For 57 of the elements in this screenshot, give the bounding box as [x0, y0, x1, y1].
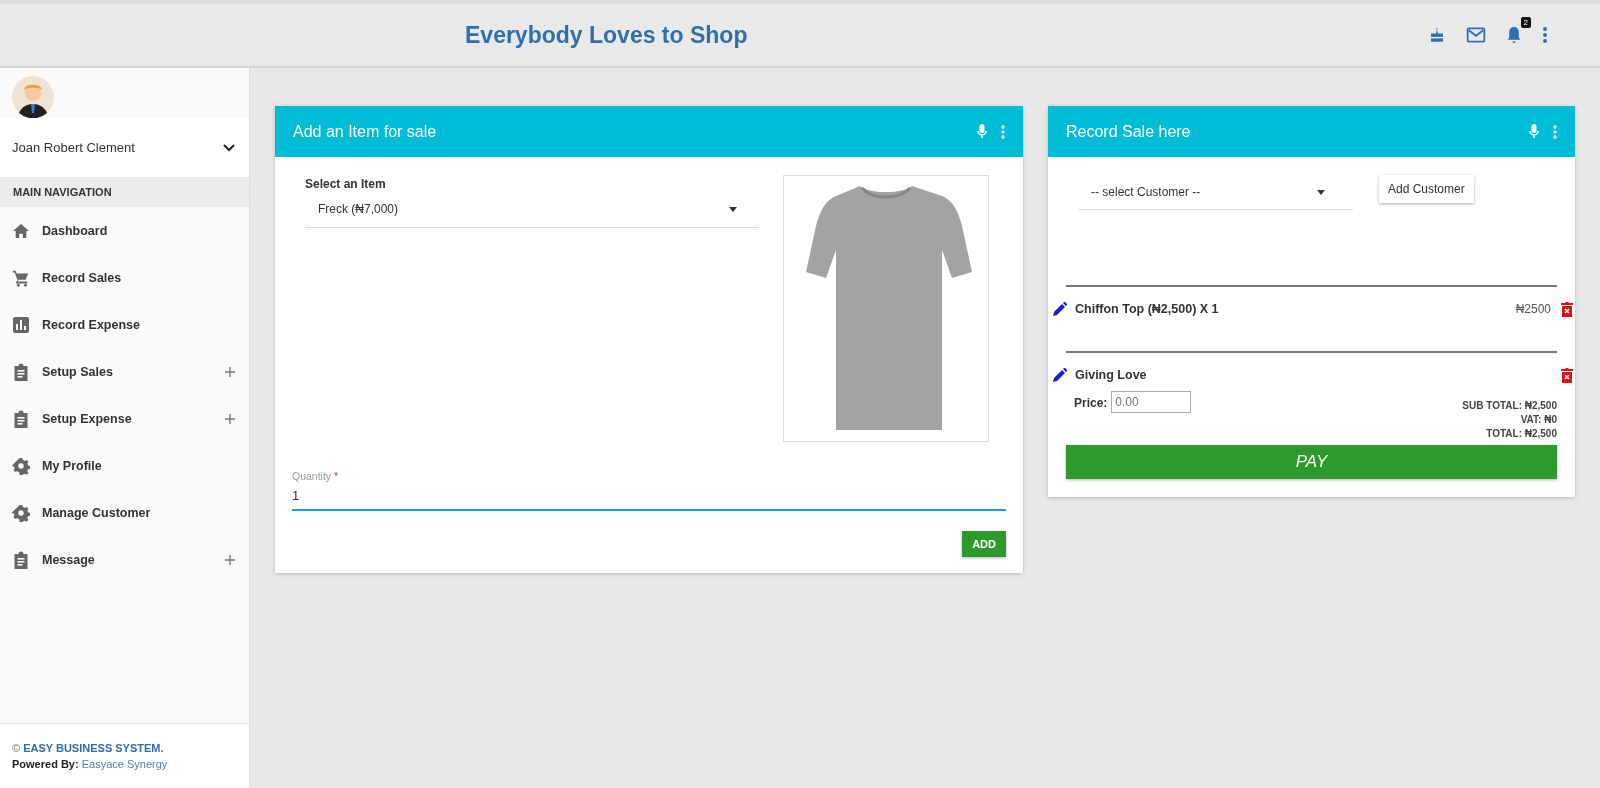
notification-count: 2	[1520, 17, 1531, 28]
pencil-icon[interactable]	[1053, 368, 1067, 382]
company-name: EASY BUSINESS SYSTEM.	[23, 742, 164, 754]
customer-select[interactable]: -- select Customer --	[1078, 175, 1353, 210]
more-icon[interactable]	[1001, 124, 1005, 139]
required-mark: *	[334, 470, 339, 482]
pencil-icon[interactable]	[1053, 302, 1067, 316]
more-icon[interactable]	[1553, 124, 1557, 139]
price-input[interactable]: 0.00	[1111, 391, 1192, 413]
delete-icon[interactable]	[1561, 301, 1573, 317]
more-icon[interactable]	[1542, 26, 1548, 44]
nav-item[interactable]: Record Expense	[0, 301, 249, 348]
home-icon	[12, 222, 30, 239]
quantity-label: Quantity	[292, 470, 332, 482]
nav-item[interactable]: Setup Expense	[0, 395, 249, 442]
dropdown-caret-icon	[729, 206, 737, 212]
item-select[interactable]: Freck (₦7,000)	[305, 191, 759, 228]
user-name: Joan Robert Clement	[12, 140, 135, 155]
clipboard-icon	[12, 409, 30, 428]
total-line: VAT: ₦0	[1519, 413, 1557, 427]
powered-by-link[interactable]: Easyace Synergy	[81, 758, 168, 770]
line-item-name: Chiffon Top (₦2,500) X 1	[1075, 302, 1219, 316]
nav-section-header: MAIN NAVIGATION	[0, 177, 249, 207]
avatar-icon	[12, 76, 54, 118]
nav-item[interactable]: Message	[0, 536, 249, 583]
chevron-down-icon[interactable]	[223, 143, 235, 152]
nav-item[interactable]: Manage Customer	[0, 489, 249, 536]
price-label: Price:	[1074, 396, 1108, 410]
dropdown-caret-icon	[1317, 189, 1325, 195]
add-button[interactable]: ADD	[962, 531, 1006, 557]
mail-icon[interactable]	[1466, 26, 1486, 44]
total-line: TOTAL: ₦2,500	[1485, 427, 1557, 441]
bar-chart-icon	[12, 316, 30, 333]
add-customer-button[interactable]: Add Customer	[1379, 175, 1474, 203]
line-item-amount: ₦2500	[1515, 302, 1551, 316]
cart-icon	[12, 268, 30, 287]
nav-item[interactable]: Dashboard	[0, 207, 249, 254]
nav-item[interactable]: Record Sales	[0, 254, 249, 301]
select-label: Select an Item	[305, 177, 387, 191]
total-line: SUB TOTAL: ₦2,500	[1462, 399, 1557, 413]
line-item-name: Giving Love	[1075, 368, 1147, 382]
gear-icon	[12, 456, 30, 475]
bell-icon[interactable]	[1506, 25, 1522, 45]
clipboard-icon	[12, 362, 30, 381]
card-title: Add an Item for sale	[293, 122, 437, 141]
microphone-icon[interactable]	[977, 124, 987, 139]
powered-by-label: Powered By:	[12, 758, 79, 770]
nav-item[interactable]: My Profile	[0, 442, 249, 489]
pay-button[interactable]: PAY	[1066, 445, 1557, 479]
app-title: Everybody Loves to Shop	[465, 21, 748, 49]
clipboard-icon	[12, 550, 30, 569]
gear-icon	[12, 503, 30, 522]
nav-item[interactable]: Setup Sales	[0, 348, 249, 395]
delete-icon[interactable]	[1561, 367, 1573, 383]
microphone-icon[interactable]	[1529, 124, 1539, 139]
card-title: Record Sale here	[1066, 122, 1191, 141]
copyright-symbol: ©	[12, 742, 21, 754]
